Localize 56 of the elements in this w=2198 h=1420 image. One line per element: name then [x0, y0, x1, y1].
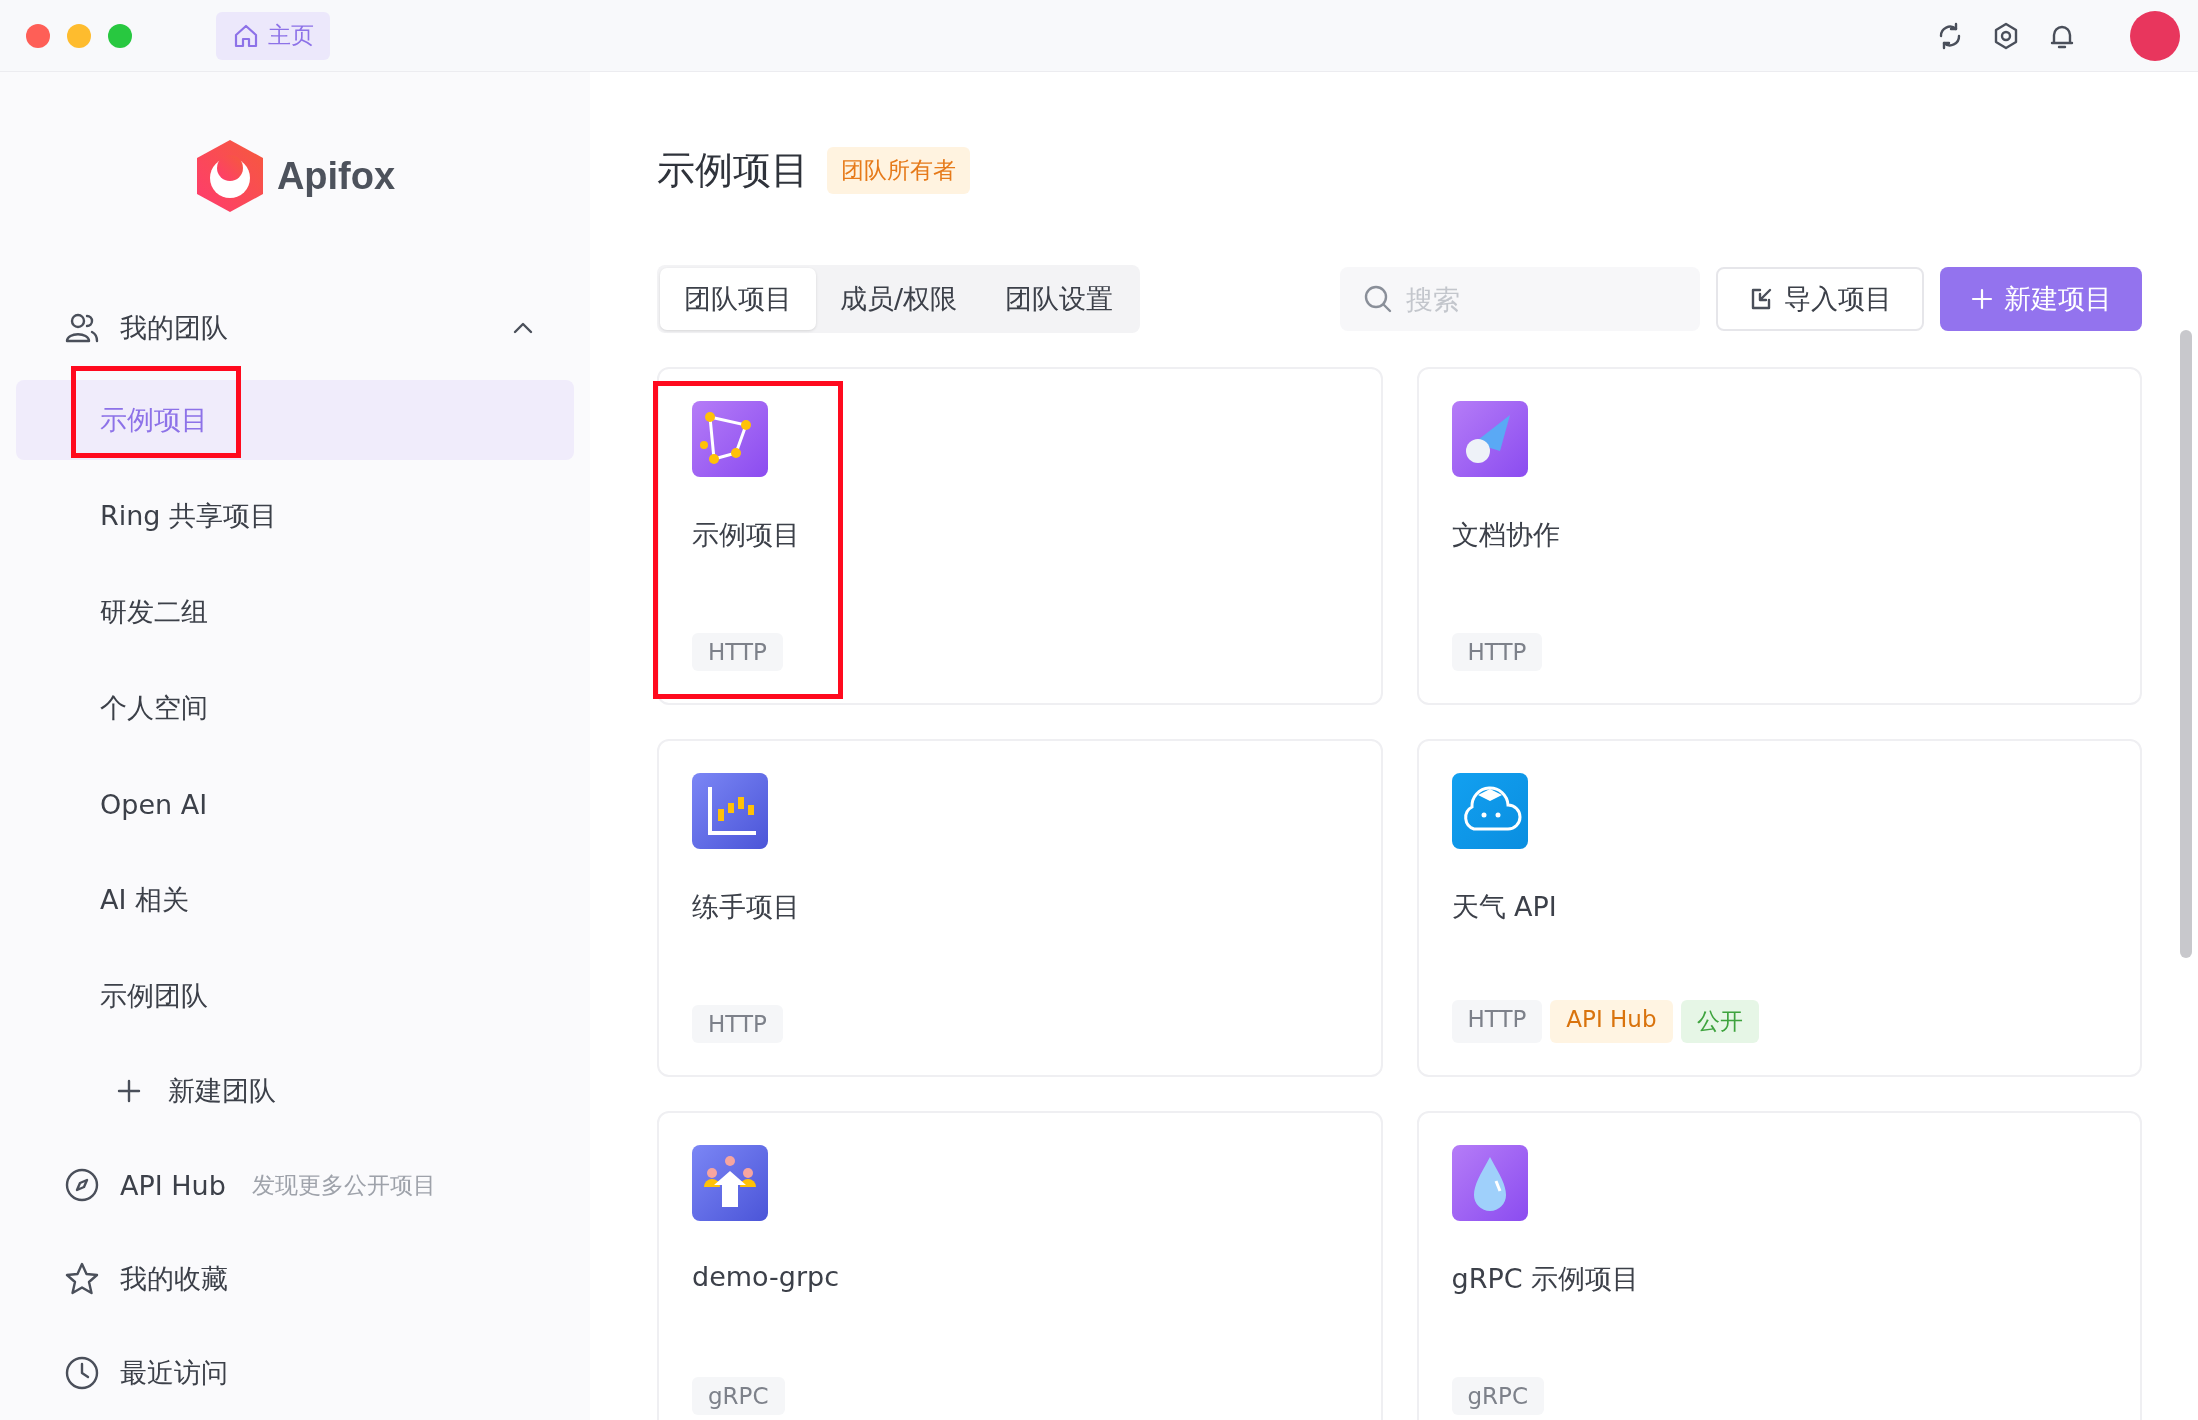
team-item[interactable]: AI 相关	[16, 860, 574, 941]
search-icon	[1362, 283, 1394, 315]
window-zoom-button[interactable]	[108, 23, 132, 48]
tag: API Hub	[1550, 1000, 1673, 1043]
tag: gRPC	[1451, 1377, 1544, 1415]
plus-icon	[116, 1078, 142, 1105]
project-card[interactable]: 练手项目 HTTP	[657, 739, 1383, 1077]
sidebar-link[interactable]: API Hub 发现更多公开项目	[16, 1138, 574, 1233]
brand-name: Apifox	[276, 154, 396, 198]
role-badge: 团队所有者	[827, 146, 970, 194]
avatar[interactable]	[2130, 10, 2180, 61]
project-name: 示例项目	[692, 518, 800, 552]
chart-icon	[692, 773, 768, 849]
clock-icon	[64, 1355, 100, 1392]
project-name: 练手项目	[692, 890, 800, 924]
team-group-header[interactable]: 我的团队	[16, 294, 574, 363]
project-card[interactable]: 天气 API HTTP API Hub 公开	[1416, 739, 2142, 1077]
project-name: 天气 API	[1451, 890, 1557, 924]
sidebar-link[interactable]: 最近访问	[16, 1326, 574, 1420]
page-title: 示例项目	[657, 146, 809, 194]
new-project-button[interactable]: 新建项目	[1940, 267, 2142, 331]
cloud-icon	[1451, 773, 1528, 849]
water-drop-icon	[1451, 1145, 1528, 1221]
project-card[interactable]: 文档协作 HTTP	[1416, 367, 2142, 705]
tab[interactable]: 成员/权限	[816, 268, 982, 330]
project-card[interactable]: demo-grpc gRPC	[657, 1111, 1383, 1420]
team-item[interactable]: Ring 共享项目	[16, 476, 574, 557]
logo-icon	[194, 138, 265, 214]
team-item[interactable]: Open AI	[16, 764, 574, 845]
team-item[interactable]: 个人空间	[16, 668, 574, 749]
team-item[interactable]: 示例团队	[16, 956, 574, 1037]
project-card[interactable]: 示例项目 HTTP	[657, 367, 1383, 705]
project-card[interactable]: gRPC 示例项目 gRPC	[1416, 1111, 2142, 1420]
tag: HTTP	[1451, 633, 1543, 671]
scrollbar[interactable]	[2180, 330, 2192, 958]
project-name: gRPC 示例项目	[1451, 1262, 1640, 1296]
constellation-icon	[692, 401, 768, 477]
tab[interactable]: 团队设置	[981, 268, 1138, 330]
tab[interactable]: 团队项目	[660, 268, 816, 330]
import-button[interactable]: 导入项目	[1716, 267, 1924, 331]
compass-icon	[64, 1167, 100, 1204]
sidebar-link[interactable]: 我的收藏	[16, 1232, 574, 1327]
plus-icon	[1970, 287, 1994, 311]
window-close-button[interactable]	[26, 23, 50, 48]
tag: gRPC	[692, 1377, 785, 1415]
people-icon	[692, 1145, 768, 1221]
tag: 公开	[1680, 1000, 1759, 1043]
project-name: 文档协作	[1451, 518, 1560, 552]
team-item[interactable]: 研发二组	[16, 572, 574, 653]
tag: HTTP	[1451, 1000, 1543, 1043]
comet-icon	[1451, 401, 1528, 477]
tag: HTTP	[692, 1005, 783, 1043]
link-hint: 发现更多公开项目	[251, 1170, 436, 1200]
project-name: demo-grpc	[692, 1261, 840, 1292]
tag: HTTP	[692, 633, 783, 671]
new-team-button[interactable]: 新建团队	[16, 1052, 574, 1131]
